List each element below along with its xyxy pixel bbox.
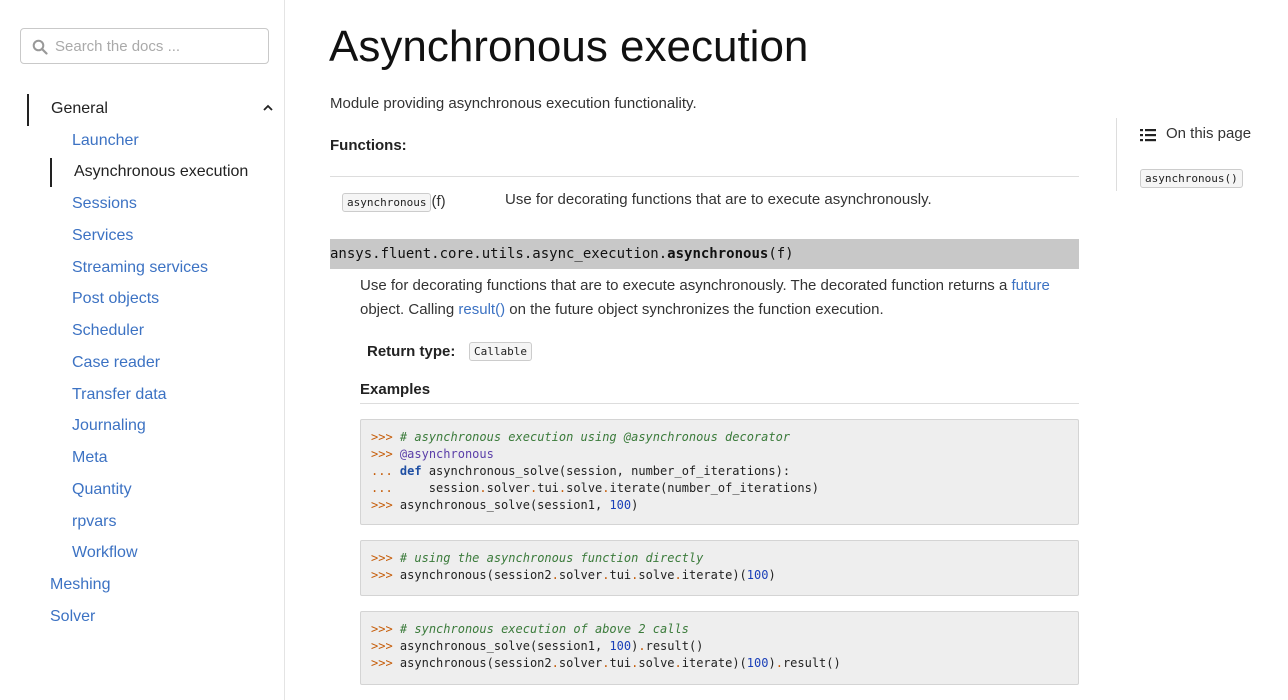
divider: [330, 176, 1079, 177]
sidebar-item-asynchronous-execution[interactable]: Asynchronous execution: [74, 163, 248, 181]
return-type-label: Return type:: [367, 343, 456, 360]
code-example-2[interactable]: >>> # using the asynchronous function di…: [360, 540, 1079, 596]
signature-name: asynchronous: [667, 246, 769, 262]
module-intro: Module providing asynchronous execution …: [330, 95, 697, 112]
code-example-1[interactable]: >>> # asynchronous execution using @asyn…: [360, 419, 1079, 525]
code-example-3[interactable]: >>> # synchronous execution of above 2 c…: [360, 611, 1079, 685]
result-link[interactable]: result(): [458, 301, 505, 318]
function-summary-row: asynchronous (f): [342, 191, 446, 213]
sidebar-item-rpvars[interactable]: rpvars: [72, 513, 116, 531]
sidebar-item-journaling[interactable]: Journaling: [72, 417, 146, 435]
search-box[interactable]: [20, 28, 269, 64]
examples-heading: Examples: [360, 381, 431, 398]
sidebar-section-general[interactable]: General: [51, 100, 108, 118]
sidebar-item-solver[interactable]: Solver: [50, 608, 95, 626]
sidebar-item-quantity[interactable]: Quantity: [72, 481, 132, 499]
functions-heading: Functions:: [330, 137, 407, 154]
sidebar-item-case-reader[interactable]: Case reader: [72, 354, 160, 372]
signature-module: ansys.fluent.core.utils.async_execution.: [330, 246, 668, 262]
divider: [360, 403, 1079, 404]
sidebar: General Launcher Asynchronous execution …: [0, 0, 285, 700]
signature-params: (f): [768, 246, 794, 262]
function-link-asynchronous[interactable]: asynchronous: [342, 193, 432, 212]
sidebar-item-streaming-services[interactable]: Streaming services: [72, 259, 208, 277]
function-arg: (f): [431, 193, 446, 210]
sidebar-item-scheduler[interactable]: Scheduler: [72, 322, 144, 340]
function-summary-desc: Use for decorating functions that are to…: [505, 191, 932, 208]
future-link[interactable]: future: [1012, 277, 1050, 294]
toc-border: [1116, 118, 1117, 191]
sidebar-item-post-objects[interactable]: Post objects: [72, 290, 159, 308]
sidebar-item-services[interactable]: Services: [72, 227, 133, 245]
desc-text-2: object. Calling: [360, 301, 459, 318]
sidebar-item-meta[interactable]: Meta: [72, 449, 108, 467]
sidebar-item-launcher[interactable]: Launcher: [72, 132, 139, 150]
desc-text-3: on the future object synchronizes the fu…: [505, 301, 884, 318]
active-indicator: [50, 158, 52, 187]
sidebar-item-transfer-data[interactable]: Transfer data: [72, 386, 167, 404]
desc-text-1: Use for decorating functions that are to…: [360, 277, 1012, 294]
search-icon: [32, 39, 48, 55]
sidebar-item-sessions[interactable]: Sessions: [72, 195, 137, 213]
function-description: Use for decorating functions that are to…: [360, 274, 1070, 322]
chevron-up-icon[interactable]: [262, 102, 274, 114]
sidebar-item-meshing[interactable]: Meshing: [50, 576, 110, 594]
search-input[interactable]: [55, 29, 265, 63]
function-signature: ansys.fluent.core.utils.async_execution.…: [330, 239, 1079, 269]
page-title: Asynchronous execution: [329, 22, 809, 71]
return-type-value: Callable: [469, 342, 532, 361]
list-icon: [1140, 129, 1156, 142]
section-indicator: [27, 94, 29, 126]
toc-title: On this page: [1166, 125, 1252, 142]
toc-link-asynchronous[interactable]: asynchronous(): [1140, 169, 1243, 188]
sidebar-item-workflow[interactable]: Workflow: [72, 544, 138, 562]
